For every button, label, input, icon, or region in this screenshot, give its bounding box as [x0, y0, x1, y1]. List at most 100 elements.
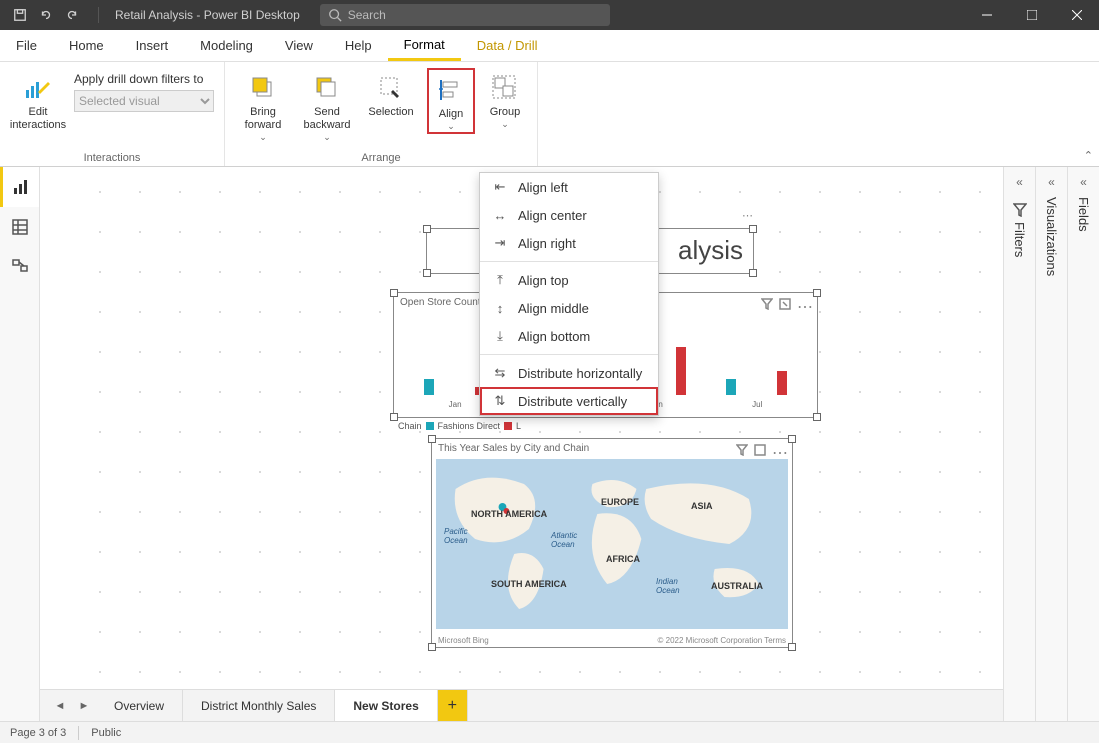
drill-filters-block: Apply drill down filters to Selected vis… [74, 68, 214, 112]
align-center-icon: ↔ [492, 207, 508, 223]
fields-pane-collapsed[interactable]: « Fields [1067, 167, 1099, 721]
drill-filters-select[interactable]: Selected visual [74, 90, 214, 112]
tab-view[interactable]: View [269, 30, 329, 61]
more-options-icon[interactable]: ⋯ [742, 209, 753, 222]
title-bar: Retail Analysis - Power BI Desktop Searc… [0, 0, 1099, 30]
expand-icon: « [1080, 175, 1087, 189]
align-button[interactable]: Align ⌄ [427, 68, 475, 134]
ribbon-tabs: File Home Insert Modeling View Help Form… [0, 30, 1099, 62]
focus-mode-icon[interactable] [779, 297, 791, 317]
page-tab-overview[interactable]: Overview [96, 690, 183, 721]
page-tab-new-stores[interactable]: New Stores [335, 690, 437, 721]
status-sensitivity: Public [91, 727, 121, 739]
align-right-icon: ⇥ [492, 235, 508, 251]
minimize-icon[interactable] [964, 0, 1009, 30]
status-page: Page 3 of 3 [10, 727, 66, 739]
align-icon [435, 74, 467, 106]
tab-help[interactable]: Help [329, 30, 388, 61]
align-right-label: Align right [518, 236, 576, 251]
distribute-h-icon: ⇆ [492, 365, 508, 381]
page-tabs: ◄ ► Overview District Monthly Sales New … [40, 689, 1003, 721]
distribute-horizontally-item[interactable]: ⇆Distribute horizontally [480, 359, 658, 387]
search-placeholder: Search [348, 8, 386, 22]
align-left-label: Align left [518, 180, 568, 195]
align-bottom-label: Align bottom [518, 329, 590, 344]
maximize-icon[interactable] [1009, 0, 1054, 30]
right-panes: « Filters « Visualizations « Fields [1003, 167, 1099, 721]
map-visual[interactable]: ⋯ This Year Sales by City and Chain [431, 438, 793, 648]
page-nav-next[interactable]: ► [72, 700, 96, 712]
align-bottom-item[interactable]: ⤓ Align bottom [480, 322, 658, 350]
model-view-icon[interactable] [0, 247, 39, 287]
align-right-item[interactable]: ⇥ Align right [480, 229, 658, 257]
selection-label: Selection [368, 106, 413, 119]
ribbon: Edit interactions Apply drill down filte… [0, 62, 1099, 167]
ribbon-group-interactions: Edit interactions Apply drill down filte… [0, 62, 225, 166]
align-center-item[interactable]: ↔Align center [480, 201, 658, 229]
page-tab-district[interactable]: District Monthly Sales [183, 690, 335, 721]
distribute-v-label: Distribute vertically [518, 394, 627, 409]
more-options-icon[interactable]: ⋯ [797, 297, 813, 317]
page-nav-prev[interactable]: ◄ [48, 700, 72, 712]
canvas-region: ⇤Align left ↔Align center ⇥ Align right ⤒… [40, 167, 1003, 721]
fields-pane-label: Fields [1076, 197, 1091, 232]
status-bar: Page 3 of 3 Public [0, 721, 1099, 743]
title-text-fragment: alysis [678, 235, 743, 266]
filters-pane-collapsed[interactable]: « Filters [1003, 167, 1035, 721]
selection-icon [375, 72, 407, 104]
save-icon[interactable] [8, 3, 32, 27]
align-top-item[interactable]: ⤒ Align top [480, 266, 658, 294]
distribute-v-icon: ⇅ [492, 393, 508, 409]
group-icon [489, 72, 521, 104]
selection-button[interactable]: Selection [363, 68, 419, 119]
map-attribution-right: © 2022 Microsoft Corporation Terms [658, 636, 786, 645]
bring-forward-icon [247, 72, 279, 104]
align-bottom-icon: ⤓ [492, 328, 508, 344]
edit-interactions-icon [22, 72, 54, 104]
align-top-label: Align top [518, 273, 569, 288]
report-canvas[interactable]: ⇤Align left ↔Align center ⇥ Align right ⤒… [80, 172, 993, 679]
expand-icon: « [1048, 175, 1055, 189]
tab-home[interactable]: Home [53, 30, 120, 61]
edit-interactions-label: Edit interactions [10, 106, 66, 132]
visualizations-pane-label: Visualizations [1044, 197, 1059, 276]
tab-data-drill[interactable]: Data / Drill [461, 30, 554, 61]
data-view-icon[interactable] [0, 207, 39, 247]
group-label: Group [490, 106, 521, 119]
distribute-vertically-item[interactable]: ⇅ Distribute vertically [480, 387, 658, 415]
align-label: Align [439, 108, 463, 121]
align-top-icon: ⤒ [492, 272, 508, 288]
edit-interactions-button[interactable]: Edit interactions [10, 68, 66, 132]
search-input[interactable]: Search [320, 4, 610, 26]
bring-forward-label: Bring forward [245, 106, 282, 132]
send-backward-label: Send backward [303, 106, 350, 132]
add-page-button[interactable]: + [438, 690, 468, 721]
group-button[interactable]: Group ⌄ [483, 68, 527, 130]
tab-format[interactable]: Format [388, 30, 461, 61]
align-middle-label: Align middle [518, 301, 589, 316]
visualizations-pane-collapsed[interactable]: « Visualizations [1035, 167, 1067, 721]
tab-file[interactable]: File [0, 30, 53, 61]
align-middle-icon: ↕ [492, 300, 508, 316]
close-icon[interactable] [1054, 0, 1099, 30]
align-left-item[interactable]: ⇤Align left [480, 173, 658, 201]
bar-chart-legend: Chain Fashions Direct L [398, 421, 521, 431]
report-view-icon[interactable] [0, 167, 39, 207]
ribbon-group-label-arrange: Arrange [235, 150, 527, 166]
bring-forward-button[interactable]: Bring forward ⌄ [235, 68, 291, 143]
align-middle-item[interactable]: ↕ Align middle [480, 294, 658, 322]
filters-pane-label: Filters [1012, 222, 1027, 257]
map-attribution-left: Microsoft Bing [438, 636, 489, 645]
left-view-rail [0, 167, 40, 721]
undo-icon[interactable] [34, 3, 58, 27]
filter-icon[interactable] [761, 297, 773, 317]
tab-insert[interactable]: Insert [120, 30, 185, 61]
collapse-ribbon-icon[interactable]: ⌃ [1084, 149, 1093, 162]
expand-icon: « [1016, 175, 1023, 189]
ribbon-group-arrange: Bring forward ⌄ Send backward ⌄ Selectio… [225, 62, 538, 166]
tab-modeling[interactable]: Modeling [184, 30, 269, 61]
send-backward-icon [311, 72, 343, 104]
app-title: Retail Analysis - Power BI Desktop [105, 8, 310, 22]
redo-icon[interactable] [60, 3, 84, 27]
send-backward-button[interactable]: Send backward ⌄ [299, 68, 355, 143]
